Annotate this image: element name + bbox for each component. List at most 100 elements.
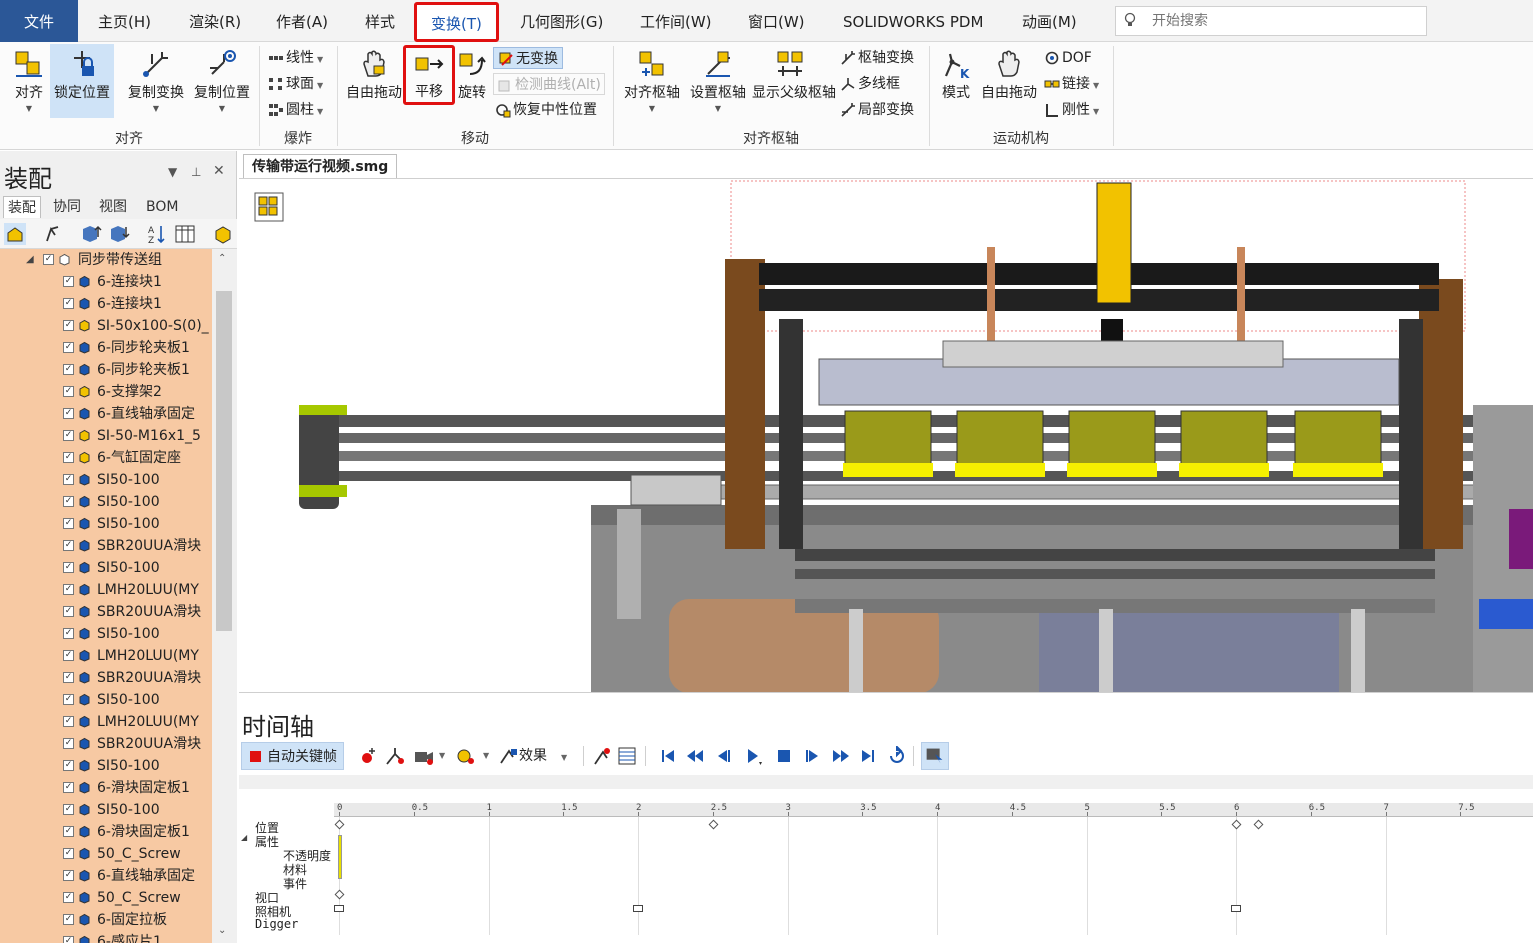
3d-model-render[interactable] bbox=[239, 179, 1533, 692]
visibility-checkbox[interactable]: ✓ bbox=[63, 496, 74, 507]
cylinder-button[interactable]: 圆柱 ▼ bbox=[268, 99, 323, 121]
table-view-icon[interactable] bbox=[174, 223, 196, 245]
visibility-checkbox[interactable]: ✓ bbox=[63, 826, 74, 837]
detect-curve-button[interactable]: 检测曲线(Alt) bbox=[493, 73, 605, 95]
visibility-checkbox[interactable]: ✓ bbox=[63, 584, 74, 595]
tree-item[interactable]: ✓ 6-同步轮夹板1 bbox=[0, 359, 212, 381]
align-button[interactable]: 对齐 ▼ bbox=[8, 48, 50, 113]
dof-button[interactable]: DOF bbox=[1044, 47, 1092, 69]
menu-window[interactable]: 窗口(W) bbox=[748, 0, 805, 42]
search-input[interactable] bbox=[1152, 11, 1412, 31]
tab-views[interactable]: 视图 bbox=[99, 196, 127, 218]
menu-author[interactable]: 作者(A) bbox=[276, 0, 328, 42]
scroll-thumb[interactable] bbox=[216, 291, 232, 631]
lock-position-button[interactable]: 锁定位置 bbox=[50, 44, 114, 118]
sort-icon[interactable]: AZ bbox=[146, 223, 168, 245]
menu-transform[interactable]: 变换(T) bbox=[414, 2, 499, 42]
timeline-options-icon[interactable] bbox=[921, 742, 949, 770]
align-pivot-button[interactable]: 对齐枢轴 ▼ bbox=[620, 48, 684, 113]
part-icon[interactable] bbox=[212, 223, 234, 245]
visibility-checkbox[interactable]: ✓ bbox=[63, 892, 74, 903]
visibility-checkbox[interactable]: ✓ bbox=[63, 342, 74, 353]
panel-menu-icon[interactable]: ▼ bbox=[168, 165, 177, 179]
go-to-start-icon[interactable] bbox=[659, 746, 677, 766]
position-keyframe[interactable] bbox=[1253, 819, 1264, 830]
menu-workshop[interactable]: 工作间(W) bbox=[640, 0, 712, 42]
tree-item[interactable]: ✓ 6-气缸固定座 bbox=[0, 447, 212, 469]
pin-icon[interactable]: ⊥ bbox=[191, 165, 201, 179]
camera-keyframe[interactable] bbox=[633, 905, 643, 912]
menu-geometry[interactable]: 几何图形(G) bbox=[520, 0, 603, 42]
visibility-checkbox[interactable]: ✓ bbox=[63, 364, 74, 375]
visibility-checkbox[interactable]: ✓ bbox=[63, 562, 74, 573]
tree-item[interactable]: ✓ SBR20UUA滑块 bbox=[0, 601, 212, 623]
camera-key-icon[interactable] bbox=[413, 746, 435, 766]
position-keyframe[interactable] bbox=[1231, 819, 1242, 830]
copy-transform-button[interactable]: 复制变换 ▼ bbox=[124, 48, 188, 113]
visibility-checkbox[interactable]: ✓ bbox=[63, 694, 74, 705]
visibility-checkbox[interactable]: ✓ bbox=[43, 254, 54, 265]
tree-scrollbar[interactable]: ⌃ ⌄ bbox=[212, 249, 237, 943]
tree-item[interactable]: ✓ LMH20LUU(MY bbox=[0, 645, 212, 667]
menu-animation[interactable]: 动画(M) bbox=[1022, 0, 1077, 42]
tab-collaboration[interactable]: 协同 bbox=[53, 196, 81, 218]
menu-pdm[interactable]: SOLIDWORKS PDM bbox=[843, 0, 983, 42]
tree-item[interactable]: ✓ SI50-100 bbox=[0, 557, 212, 579]
timeline-scroll-strip[interactable] bbox=[239, 775, 1533, 789]
tree-item[interactable]: ✓ SI50-100 bbox=[0, 623, 212, 645]
select-assembly-icon[interactable] bbox=[4, 223, 26, 245]
tree-item[interactable]: ✓ SBR20UUA滑块 bbox=[0, 733, 212, 755]
menu-render[interactable]: 渲染(R) bbox=[189, 0, 241, 42]
key-filter-icon[interactable] bbox=[591, 746, 613, 766]
key-list-icon[interactable] bbox=[617, 746, 639, 766]
visibility-checkbox[interactable]: ✓ bbox=[63, 870, 74, 881]
previous-key-icon[interactable] bbox=[685, 746, 705, 766]
3d-viewport[interactable] bbox=[239, 178, 1533, 692]
sphere-button[interactable]: 球面 ▼ bbox=[268, 73, 323, 95]
stop-icon[interactable] bbox=[775, 746, 793, 766]
set-pivot-button[interactable]: 设置枢轴 ▼ bbox=[686, 48, 750, 113]
dropdown-arrow-icon[interactable]: ▼ bbox=[439, 746, 445, 766]
local-transform-button[interactable]: 局部变换 bbox=[840, 99, 914, 121]
tree-root[interactable]: ◢ ✓ 同步带传送组 bbox=[0, 249, 212, 271]
visibility-checkbox[interactable]: ✓ bbox=[63, 408, 74, 419]
key-transform-icon[interactable] bbox=[383, 746, 405, 766]
property-key-icon[interactable] bbox=[455, 746, 477, 766]
visibility-checkbox[interactable]: ✓ bbox=[63, 452, 74, 463]
tree-item[interactable]: ✓ LMH20LUU(MY bbox=[0, 711, 212, 733]
pivot-transform-button[interactable]: 枢轴变换 bbox=[840, 47, 914, 69]
free-drag-2-button[interactable]: 自由拖动 bbox=[978, 48, 1040, 102]
move-up-icon[interactable] bbox=[80, 223, 102, 245]
linear-button[interactable]: 线性 ▼ bbox=[268, 47, 323, 69]
select-tool-icon[interactable] bbox=[42, 223, 64, 245]
tree-item[interactable]: ✓ 6-固定拉板 bbox=[0, 909, 212, 931]
tree-item[interactable]: ✓ SI50-100 bbox=[0, 689, 212, 711]
tree-item[interactable]: ✓ 50_C_Screw bbox=[0, 843, 212, 865]
timeline-ruler[interactable]: 0 0.5 1 1.5 2 2.5 3 3.5 4 4.5 5 5.5 6 6.5 7 7.5 bbox=[334, 803, 1533, 817]
tree-item[interactable]: ✓ 6-直线轴承固定 bbox=[0, 865, 212, 887]
add-key-icon[interactable] bbox=[359, 746, 377, 766]
tree-item[interactable]: ✓ SI50-100 bbox=[0, 755, 212, 777]
position-keyframe[interactable] bbox=[708, 819, 719, 830]
tree-item[interactable]: ✓ SI50-100 bbox=[0, 469, 212, 491]
tab-bom[interactable]: BOM bbox=[146, 196, 178, 218]
tree-item[interactable]: ✓ SI50-100 bbox=[0, 799, 212, 821]
visibility-checkbox[interactable]: ✓ bbox=[63, 760, 74, 771]
visibility-checkbox[interactable]: ✓ bbox=[63, 474, 74, 485]
tree-item[interactable]: ✓ SI-50x100-S(0)_ bbox=[0, 315, 212, 337]
film-icon[interactable] bbox=[254, 192, 284, 222]
rotate-button[interactable]: 旋转 bbox=[455, 48, 489, 102]
link-button[interactable]: 链接 ▼ bbox=[1044, 73, 1099, 95]
mode-button[interactable]: K 模式 bbox=[936, 48, 976, 102]
property-range-bar[interactable] bbox=[338, 835, 342, 879]
visibility-checkbox[interactable]: ✓ bbox=[63, 276, 74, 287]
visibility-checkbox[interactable]: ✓ bbox=[63, 298, 74, 309]
visibility-checkbox[interactable]: ✓ bbox=[63, 320, 74, 331]
auto-keyframe-button[interactable]: 自动关键帧 bbox=[241, 742, 344, 770]
visibility-checkbox[interactable]: ✓ bbox=[63, 650, 74, 661]
copy-position-button[interactable]: 复制位置 ▼ bbox=[190, 48, 254, 113]
scroll-up-icon[interactable]: ⌃ bbox=[218, 253, 226, 264]
scroll-down-icon[interactable]: ⌄ bbox=[218, 925, 226, 936]
search-box[interactable] bbox=[1115, 6, 1427, 36]
visibility-checkbox[interactable]: ✓ bbox=[63, 386, 74, 397]
